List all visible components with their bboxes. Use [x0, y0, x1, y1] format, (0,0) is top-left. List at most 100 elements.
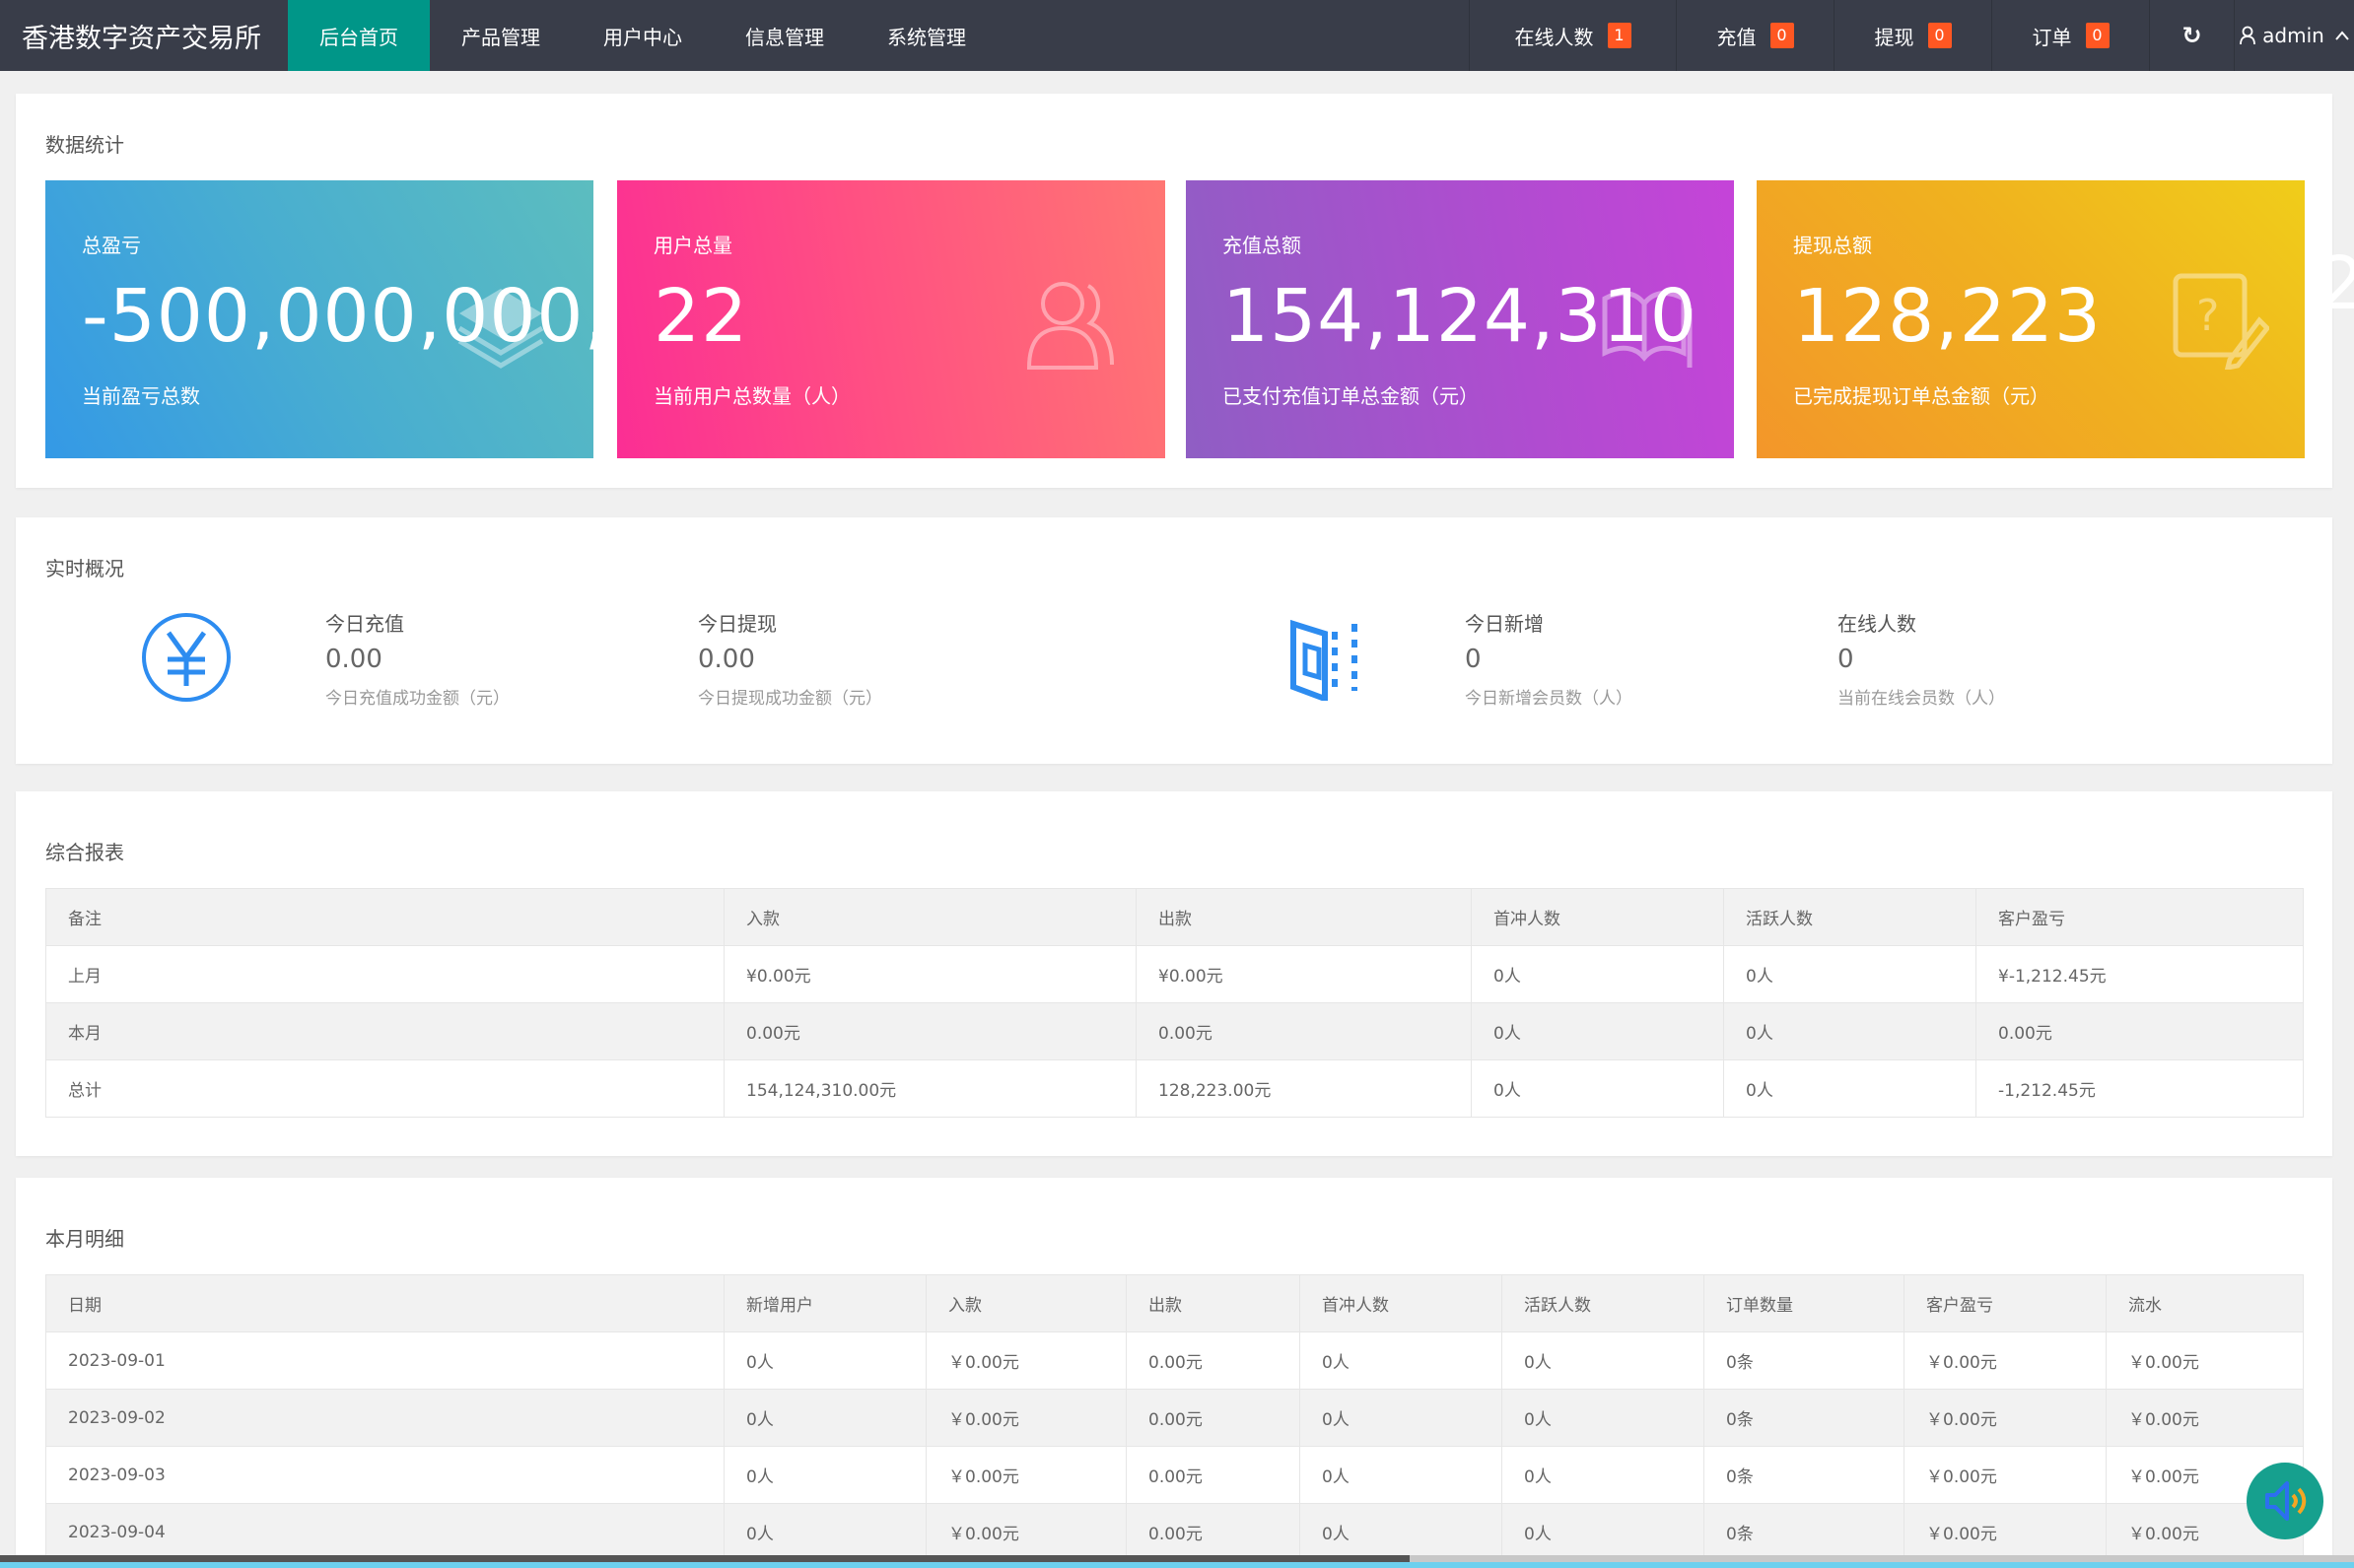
- col-remark: 备注: [45, 888, 725, 946]
- stat-label: 充值总额: [1222, 234, 1301, 257]
- today-new-title: 今日新增: [1465, 612, 1544, 636]
- app-logo: 香港数字资产交易所: [22, 23, 261, 54]
- stat-label: 提现总额: [1793, 234, 1872, 257]
- stat-card-profit: 总盈亏 -500,000,000,00 当前盈亏总数: [45, 180, 593, 458]
- today-withdraw-title: 今日提现: [698, 612, 777, 636]
- stat-value: 22: [654, 274, 749, 359]
- stat-desc: 当前用户总数量（人）: [654, 384, 851, 408]
- detail-title: 本月明细: [45, 1227, 124, 1251]
- col-deposit: 入款: [926, 1274, 1127, 1332]
- table-cell: 0条: [1703, 1503, 1904, 1561]
- table-cell: 0人: [1299, 1503, 1502, 1561]
- table-cell: 2023-09-02: [45, 1389, 725, 1447]
- online-users-button[interactable]: 在线人数 1: [1469, 0, 1676, 71]
- table-cell: 0人: [1501, 1331, 1704, 1390]
- table-cell: 0人: [1471, 1059, 1724, 1118]
- os-taskbar: [0, 1562, 2354, 1568]
- table-cell: 0人: [1299, 1331, 1502, 1390]
- stat-desc: 已完成提现订单总金额（元）: [1793, 384, 2049, 408]
- top-navbar: 香港数字资产交易所 后台首页 产品管理 用户中心 信息管理 系统管理 在线人数 …: [0, 0, 2354, 71]
- recharge-button[interactable]: 充值 0: [1676, 0, 1834, 71]
- today-recharge-desc: 今日充值成功金额（元）: [325, 689, 510, 709]
- col-first-deposit: 首冲人数: [1299, 1274, 1502, 1332]
- scrollbar-thumb[interactable]: [0, 1555, 1410, 1562]
- table-cell: 0人: [1299, 1389, 1502, 1447]
- username: admin: [2262, 24, 2324, 47]
- withdraw-button[interactable]: 提现 0: [1834, 0, 1991, 71]
- speaker-icon: [2265, 1481, 2307, 1521]
- table-cell: ￥0.00元: [2106, 1331, 2304, 1390]
- audio-notify-button[interactable]: [2247, 1463, 2323, 1539]
- table-cell: 上月: [45, 945, 725, 1003]
- table-cell: 0人: [724, 1389, 927, 1447]
- table-cell: 0人: [1501, 1446, 1704, 1504]
- chevron-up-icon: [2335, 31, 2349, 40]
- table-cell: ¥-1,212.45元: [1975, 945, 2304, 1003]
- stat-label: 总盈亏: [82, 234, 141, 257]
- users-icon: [1026, 282, 1114, 370]
- online-members-title: 在线人数: [1837, 612, 1916, 636]
- horizontal-scrollbar[interactable]: [0, 1555, 2354, 1562]
- col-deposit: 入款: [724, 888, 1137, 946]
- report-table: 备注 入款 出款 首冲人数 活跃人数 客户盈亏 上月 ¥0.00元 ¥0.00元 0人…: [45, 888, 2304, 1118]
- table-cell: 0人: [1501, 1503, 1704, 1561]
- col-first-deposit: 首冲人数: [1471, 888, 1724, 946]
- online-users-label: 在线人数: [1514, 25, 1594, 49]
- col-active: 活跃人数: [1723, 888, 1976, 946]
- table-cell: 0.00元: [1975, 1002, 2304, 1060]
- report-panel: 综合报表 备注 入款 出款 首冲人数 活跃人数 客户盈亏 上月 ¥0.00元 ¥0.…: [16, 791, 2332, 1156]
- stat-desc: 当前盈亏总数: [82, 384, 200, 408]
- col-orders: 订单数量: [1703, 1274, 1904, 1332]
- today-withdraw-desc: 今日提现成功金额（元）: [698, 689, 882, 709]
- table-row: 2023-09-01 0人 ￥0.00元 0.00元 0人 0人 0条 ￥0.00元 ￥0.00…: [45, 1331, 2304, 1390]
- open-door-icon: [1290, 619, 1357, 701]
- table-row: 2023-09-03 0人 ￥0.00元 0.00元 0人 0人 0条 ￥0.00元 ￥0.00…: [45, 1446, 2304, 1504]
- table-cell: 0.00元: [724, 1002, 1137, 1060]
- table-cell: 2023-09-04: [45, 1503, 725, 1561]
- table-cell: 0人: [724, 1446, 927, 1504]
- refresh-button[interactable]: ↻: [2149, 0, 2234, 71]
- table-cell: 0.00元: [1126, 1389, 1300, 1447]
- user-menu[interactable]: admin: [2234, 0, 2354, 71]
- table-cell: ¥0.00元: [724, 945, 1137, 1003]
- table-cell: -1,212.45元: [1975, 1059, 2304, 1118]
- table-cell: ￥0.00元: [926, 1446, 1127, 1504]
- table-cell: 0条: [1703, 1389, 1904, 1447]
- table-cell: ￥0.00元: [1904, 1503, 2107, 1561]
- table-row: 2023-09-02 0人 ￥0.00元 0.00元 0人 0人 0条 ￥0.00元 ￥0.00…: [45, 1389, 2304, 1447]
- table-cell: 0.00元: [1126, 1446, 1300, 1504]
- nav-info[interactable]: 信息管理: [714, 0, 856, 71]
- today-new-value: 0: [1465, 645, 1482, 674]
- table-cell: 0条: [1703, 1331, 1904, 1390]
- today-withdraw: 今日提现 0.00 今日提现成功金额（元）: [698, 608, 882, 709]
- today-recharge: 今日充值 0.00 今日充值成功金额（元）: [325, 608, 510, 709]
- col-turnover: 流水: [2106, 1274, 2304, 1332]
- nav-system[interactable]: 系统管理: [856, 0, 998, 71]
- stat-card-recharge: 充值总额 154,124,310 已支付充值订单总金额（元）: [1186, 180, 1734, 458]
- table-cell: 0人: [1299, 1446, 1502, 1504]
- today-recharge-value: 0.00: [325, 645, 382, 674]
- table-cell: 128,223.00元: [1136, 1059, 1472, 1118]
- table-cell: 0条: [1703, 1446, 1904, 1504]
- table-cell: 0人: [1501, 1389, 1704, 1447]
- withdraw-label: 提现: [1874, 25, 1914, 49]
- table-cell: ￥0.00元: [1904, 1331, 2107, 1390]
- report-header-row: 备注 入款 出款 首冲人数 活跃人数 客户盈亏: [45, 888, 2304, 946]
- realtime-panel: 实时概况 今日充值 0.00 今日充值成功金额（元） 今日提现 0.00 今日提…: [16, 517, 2332, 764]
- stat-desc: 已支付充值订单总金额（元）: [1222, 384, 1479, 408]
- monthly-detail-panel: 本月明细 日期 新增用户 入款 出款 首冲人数 活跃人数 订单数量 客户盈亏 流…: [16, 1178, 2332, 1568]
- col-date: 日期: [45, 1274, 725, 1332]
- nav-home[interactable]: 后台首页: [288, 0, 430, 71]
- table-cell: 0人: [1723, 945, 1976, 1003]
- report-title: 综合报表: [45, 841, 124, 864]
- stats-panel: 数据统计 总盈亏 -500,000,000,00 当前盈亏总数 用户总量 22 …: [16, 94, 2332, 488]
- stats-title: 数据统计: [45, 133, 124, 157]
- online-members-value: 0: [1837, 645, 1854, 674]
- table-row: 2023-09-04 0人 ￥0.00元 0.00元 0人 0人 0条 ￥0.00元 ￥0.00…: [45, 1503, 2304, 1561]
- orders-button[interactable]: 订单 0: [1991, 0, 2149, 71]
- nav-products[interactable]: 产品管理: [430, 0, 572, 71]
- orders-badge: 0: [2085, 23, 2110, 48]
- online-users-badge: 1: [1607, 23, 1631, 48]
- detail-table: 日期 新增用户 入款 出款 首冲人数 活跃人数 订单数量 客户盈亏 流水 202…: [45, 1274, 2304, 1561]
- nav-users[interactable]: 用户中心: [572, 0, 714, 71]
